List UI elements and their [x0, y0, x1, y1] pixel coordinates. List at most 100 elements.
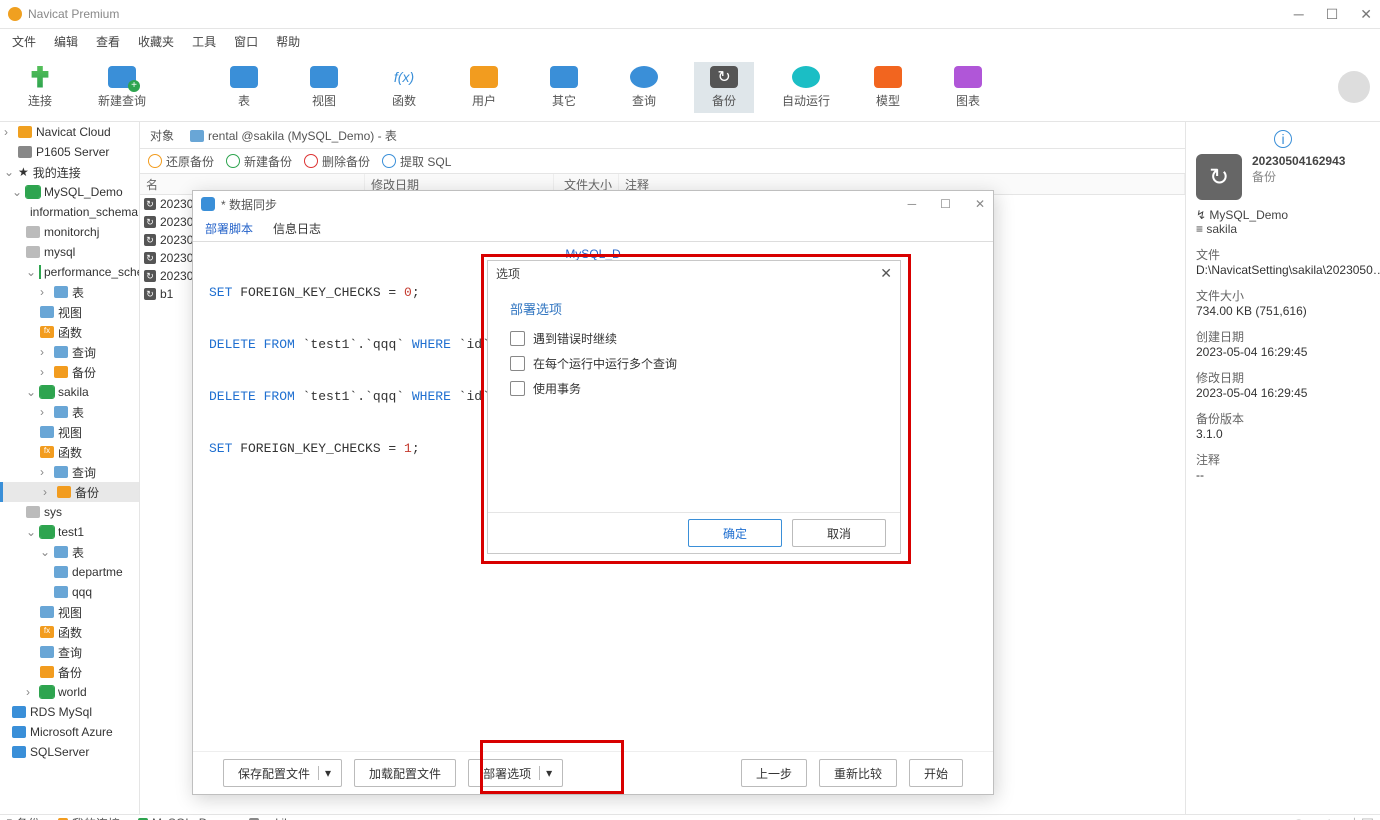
nav-db-mysql[interactable]: mysql [0, 242, 139, 262]
nav-mysql-demo[interactable]: ⌄MySQL_Demo [0, 182, 139, 202]
nav-db-test1[interactable]: ⌄test1 [0, 522, 139, 542]
menu-help[interactable]: 帮助 [276, 33, 300, 50]
window-maximize-button[interactable]: ☐ [1326, 6, 1339, 23]
dsync-close-button[interactable]: ✕ [975, 197, 985, 211]
detail-conn: ↯ MySQL_Demo [1196, 208, 1370, 222]
opt-continue-on-error[interactable]: 遇到错误时继续 [510, 330, 878, 347]
nav-navicat-cloud[interactable]: ›Navicat Cloud [0, 122, 139, 142]
nav-sakila-functions[interactable]: fx函数 [0, 442, 139, 462]
nav-db-performance-schema[interactable]: ⌄performance_schema [0, 262, 139, 282]
nav-db-sakila[interactable]: ⌄sakila [0, 382, 139, 402]
menu-fav[interactable]: 收藏夹 [138, 33, 174, 50]
nav-perf-backup[interactable]: ›备份 [0, 362, 139, 382]
deploy-options-button[interactable]: 部署选项▾ [468, 759, 563, 787]
dsync-tab-script[interactable]: 部署脚本 [203, 216, 255, 241]
tool-view[interactable]: 视图 [294, 62, 354, 113]
menu-file[interactable]: 文件 [12, 33, 36, 50]
tool-table[interactable]: 表 [214, 62, 274, 113]
tool-chart[interactable]: 图表 [938, 62, 998, 113]
tool-user[interactable]: 用户 [454, 62, 514, 113]
menu-view[interactable]: 查看 [96, 33, 120, 50]
nav-conn-azure[interactable]: Microsoft Azure [0, 722, 139, 742]
previous-button[interactable]: 上一步 [741, 759, 807, 787]
tool-model[interactable]: 模型 [858, 62, 918, 113]
window-minimize-button[interactable]: ─ [1294, 6, 1304, 23]
nav-test1-tables[interactable]: ⌄表 [0, 542, 139, 562]
tab-rental[interactable]: rental @sakila (MySQL_Demo) - 表 [190, 127, 397, 144]
nav-db-monitorchj[interactable]: monitorchj [0, 222, 139, 242]
action-restore-backup[interactable]: 还原备份 [148, 153, 214, 170]
breadcrumb-db[interactable]: sakila [249, 816, 294, 820]
dsync-minimize-button[interactable]: ─ [908, 197, 917, 211]
tool-other[interactable]: 其它 [534, 62, 594, 113]
tool-query[interactable]: 查询 [614, 62, 674, 113]
nav-db-sys[interactable]: sys [0, 502, 139, 522]
nav-conn-sqlserver[interactable]: SQLServer [0, 742, 139, 762]
opt-multi-query[interactable]: 在每个运行中运行多个查询 [510, 355, 878, 372]
connection-tree: ›Navicat Cloud P1605 Server ⌄★我的连接 ⌄MySQ… [0, 122, 140, 814]
nav-test1-queries[interactable]: 查询 [0, 642, 139, 662]
nav-table-qqq[interactable]: qqq [0, 582, 139, 602]
nav-table-department[interactable]: departme [0, 562, 139, 582]
dsync-tab-log[interactable]: 信息日志 [271, 216, 323, 241]
nav-test1-views[interactable]: 视图 [0, 602, 139, 622]
nav-test1-backup[interactable]: 备份 [0, 662, 139, 682]
action-extract-sql[interactable]: 提取 SQL [382, 153, 451, 170]
nav-p1605-server[interactable]: P1605 Server [0, 142, 139, 162]
nav-perf-functions[interactable]: fx函数 [0, 322, 139, 342]
window-title-bar: Navicat Premium ─ ☐ ✕ [0, 0, 1380, 29]
tool-connect[interactable]: 连接 [10, 62, 70, 113]
tool-function[interactable]: 函数 [374, 62, 434, 113]
menu-bar: 文件 编辑 查看 收藏夹 工具 窗口 帮助 [0, 29, 1380, 53]
tool-new-query[interactable]: 新建查询 [90, 62, 154, 113]
info-icon[interactable]: i [1274, 130, 1292, 148]
detail-title: 20230504162943 [1252, 154, 1345, 168]
nav-db-information-schema[interactable]: information_schema [0, 202, 139, 222]
nav-db-world[interactable]: ›world [0, 682, 139, 702]
action-new-backup[interactable]: 新建备份 [226, 153, 292, 170]
lbl-version: 备份版本 [1196, 410, 1370, 427]
nav-perf-views[interactable]: 视图 [0, 302, 139, 322]
opt-use-transaction[interactable]: 使用事务 [510, 380, 878, 397]
tool-automation[interactable]: 自动运行 [774, 62, 838, 113]
app-title: Navicat Premium [28, 7, 119, 21]
backup-big-icon: ↻ [1196, 154, 1242, 200]
nav-sakila-views[interactable]: 视图 [0, 422, 139, 442]
breadcrumb-server[interactable]: MySQL_Demo [138, 816, 231, 820]
nav-conn-rds[interactable]: RDS MySql [0, 702, 139, 722]
chevron-down-icon[interactable]: ▾ [539, 766, 558, 780]
deploy-options-dialog: 选项 ✕ 部署选项 遇到错误时继续 在每个运行中运行多个查询 使用事务 确定 取… [487, 260, 901, 554]
app-logo-icon [8, 7, 22, 21]
breadcrumb-my-conn[interactable]: 我的连接 [58, 815, 120, 820]
nav-my-connections[interactable]: ⌄★我的连接 [0, 162, 139, 182]
main-toolbar: 连接 新建查询 表 视图 函数 用户 其它 查询 备份 自动运行 模型 图表 [0, 53, 1380, 122]
nav-perf-queries[interactable]: ›查询 [0, 342, 139, 362]
val-version: 3.1.0 [1196, 427, 1370, 441]
val-created: 2023-05-04 16:29:45 [1196, 345, 1370, 359]
details-panel: i ↻ 20230504162943 备份 ↯ MySQL_Demo ≡ sak… [1186, 122, 1380, 814]
ok-button[interactable]: 确定 [688, 519, 782, 547]
window-close-button[interactable]: ✕ [1360, 6, 1372, 23]
menu-edit[interactable]: 编辑 [54, 33, 78, 50]
recompare-button[interactable]: 重新比较 [819, 759, 897, 787]
tab-objects[interactable]: 对象 [150, 127, 174, 144]
load-profile-button[interactable]: 加载配置文件 [354, 759, 456, 787]
start-button[interactable]: 开始 [909, 759, 963, 787]
tool-backup[interactable]: 备份 [694, 62, 754, 113]
dsync-maximize-button[interactable]: ☐ [940, 197, 951, 211]
chevron-down-icon[interactable]: ▾ [318, 766, 337, 780]
nav-sakila-tables[interactable]: ›表 [0, 402, 139, 422]
nav-perf-tables[interactable]: ›表 [0, 282, 139, 302]
dsync-title: * 数据同步 [221, 196, 277, 213]
cancel-button[interactable]: 取消 [792, 519, 886, 547]
close-icon[interactable]: ✕ [880, 265, 892, 282]
nav-test1-functions[interactable]: fx函数 [0, 622, 139, 642]
val-modified: 2023-05-04 16:29:45 [1196, 386, 1370, 400]
save-profile-button[interactable]: 保存配置文件▾ [223, 759, 342, 787]
nav-sakila-queries[interactable]: ›查询 [0, 462, 139, 482]
menu-window[interactable]: 窗口 [234, 33, 258, 50]
user-avatar-icon[interactable] [1338, 71, 1370, 103]
nav-sakila-backup[interactable]: ›备份 [0, 482, 139, 502]
menu-tools[interactable]: 工具 [192, 33, 216, 50]
action-delete-backup[interactable]: 删除备份 [304, 153, 370, 170]
